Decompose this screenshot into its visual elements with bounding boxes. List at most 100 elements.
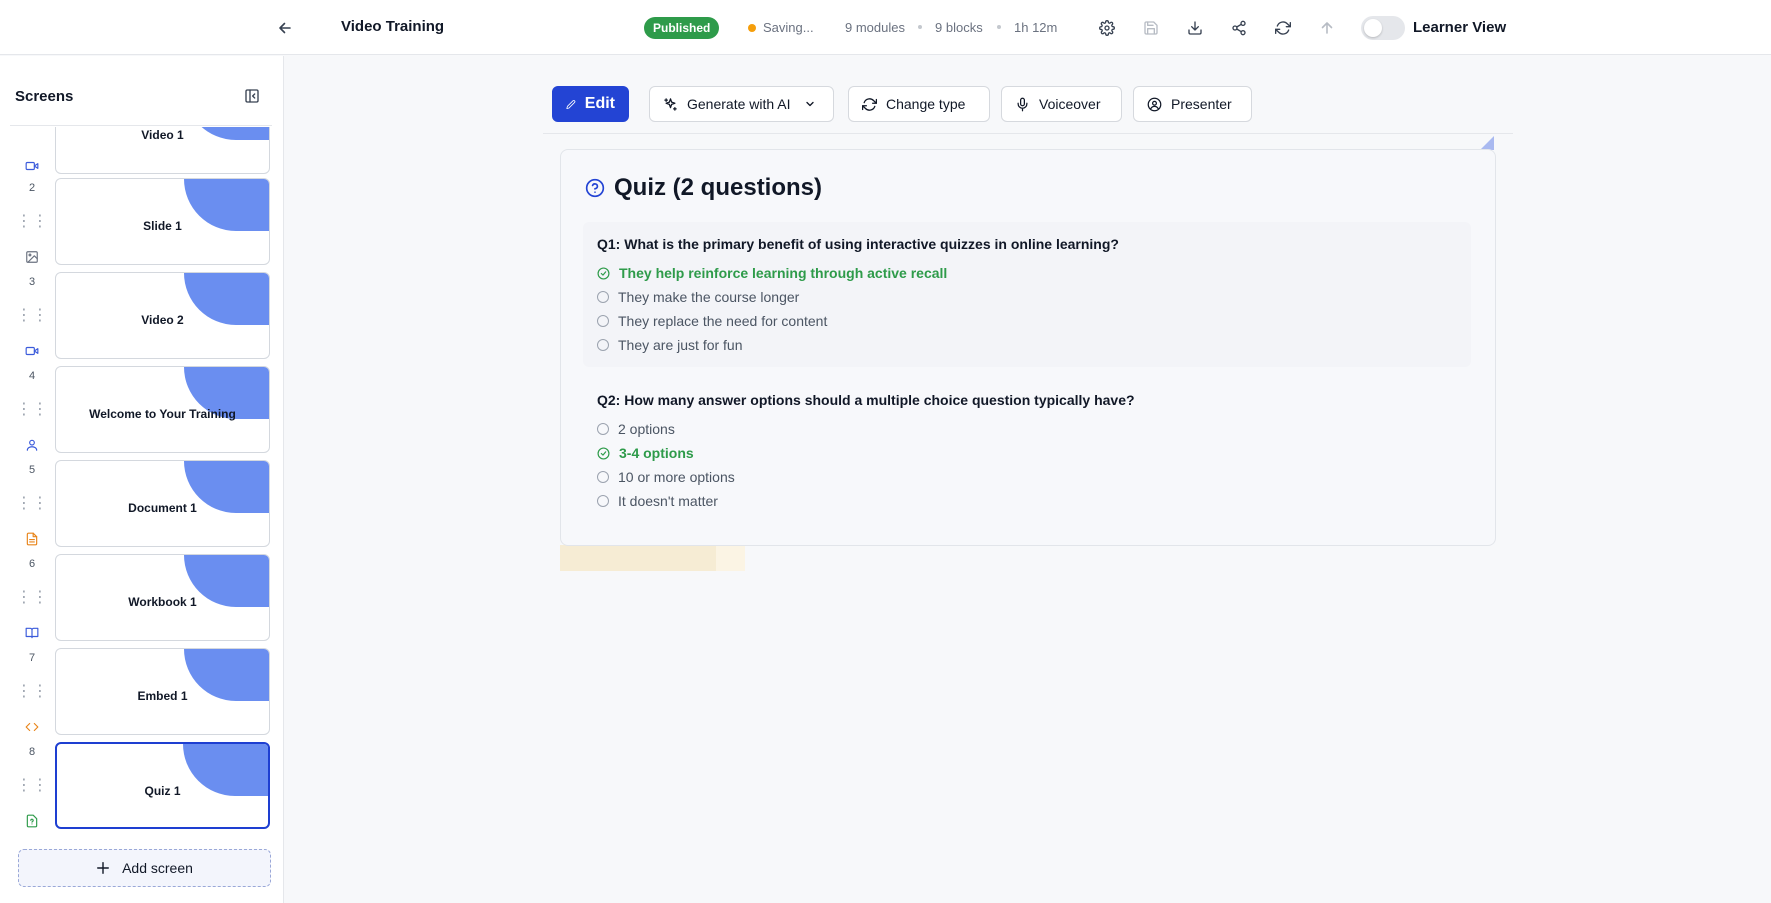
screen-label: Slide 1 xyxy=(143,219,182,233)
share-button[interactable] xyxy=(1228,17,1250,39)
add-screen-label: Add screen xyxy=(122,860,193,876)
drag-handle-icon[interactable]: ⋮⋮ xyxy=(16,589,48,606)
screen-thumbnail-quiz-1[interactable]: Quiz 1 xyxy=(55,742,270,829)
settings-button[interactable] xyxy=(1096,17,1118,39)
presenter-label: Presenter xyxy=(1171,96,1232,112)
learner-view-toggle[interactable] xyxy=(1361,16,1405,40)
drag-handle-icon[interactable]: ⋮⋮ xyxy=(16,777,48,794)
answer-option[interactable]: 2 options xyxy=(597,421,675,437)
sparkles-icon xyxy=(664,97,677,111)
download-icon xyxy=(1188,21,1202,35)
answer-option-correct[interactable]: 3-4 options xyxy=(597,445,694,461)
share-icon xyxy=(1232,20,1246,36)
refresh-icon xyxy=(1275,21,1291,35)
screen-label: Workbook 1 xyxy=(128,595,197,609)
image-icon xyxy=(24,249,40,265)
screen-number: 7 xyxy=(28,652,36,664)
radio-circle-icon xyxy=(597,339,609,351)
voiceover-button[interactable]: Voiceover xyxy=(1001,86,1122,122)
drag-handle-icon[interactable]: ⋮⋮ xyxy=(16,495,48,512)
sync-button[interactable] xyxy=(1272,17,1294,39)
quiz-card: Quiz (2 questions) Q1: What is the prima… xyxy=(560,149,1496,546)
background-decoration xyxy=(716,545,745,571)
screen-thumbnail-workbook-1[interactable]: Workbook 1 xyxy=(55,554,270,641)
screen-number: 6 xyxy=(28,558,36,570)
presenter-button[interactable]: Presenter xyxy=(1133,86,1252,122)
answer-option-correct[interactable]: They help reinforce learning through act… xyxy=(597,265,947,281)
code-icon xyxy=(24,719,40,735)
screen-number: 8 xyxy=(28,746,36,758)
screen-number: 4 xyxy=(28,370,36,382)
change-type-button[interactable]: Change type xyxy=(848,86,990,122)
drag-handle-icon[interactable]: ⋮⋮ xyxy=(16,401,48,418)
save-button[interactable] xyxy=(1140,17,1162,39)
radio-circle-icon xyxy=(597,291,609,303)
microphone-icon xyxy=(1017,97,1028,111)
learner-view-label: Learner View xyxy=(1413,19,1507,36)
answer-text: It doesn't matter xyxy=(618,493,718,509)
answer-text: They are just for fun xyxy=(618,337,743,353)
modules-count: 9 modules xyxy=(845,20,905,35)
screen-thumbnail-embed-1[interactable]: Embed 1 xyxy=(55,648,270,735)
answer-option[interactable]: 10 or more options xyxy=(597,469,735,485)
screen-number: 5 xyxy=(28,464,36,476)
check-circle-icon xyxy=(597,446,610,460)
document-icon xyxy=(24,531,40,547)
drag-handle-icon[interactable]: ⋮⋮ xyxy=(16,213,48,230)
answer-text: They make the course longer xyxy=(618,289,800,305)
answer-option[interactable]: They replace the need for content xyxy=(597,313,827,329)
chevron-down-icon xyxy=(805,101,814,107)
answer-text: 10 or more options xyxy=(618,469,735,485)
question-text: Q1: What is the primary benefit of using… xyxy=(597,236,1119,252)
collapse-sidebar-button[interactable] xyxy=(241,85,263,107)
question-text: Q2: How many answer options should a mul… xyxy=(597,392,1135,408)
screen-thumbnail-slide-1[interactable]: Slide 1 xyxy=(55,178,270,265)
sidebar-title: Screens xyxy=(15,88,74,105)
screen-number: 3 xyxy=(28,276,36,288)
answer-option[interactable]: They are just for fun xyxy=(597,337,743,353)
answer-text: 2 options xyxy=(618,421,675,437)
edit-button[interactable]: Edit xyxy=(552,86,629,122)
screen-thumbnail[interactable]: Video 1 xyxy=(55,127,270,174)
voiceover-label: Voiceover xyxy=(1039,96,1101,112)
screen-label: Welcome to Your Training xyxy=(89,407,236,421)
background-decoration xyxy=(1480,136,1494,150)
back-button[interactable] xyxy=(274,17,296,39)
answer-option[interactable]: It doesn't matter xyxy=(597,493,718,509)
screen-label: Video 2 xyxy=(141,313,184,327)
radio-circle-icon xyxy=(597,471,609,483)
arrow-left-icon xyxy=(279,22,291,34)
drag-handle-icon[interactable]: ⋮⋮ xyxy=(16,307,48,324)
answer-option[interactable]: They make the course longer xyxy=(597,289,799,305)
saving-status: Saving... xyxy=(748,20,814,35)
refresh-icon xyxy=(862,97,877,111)
quiz-header: Quiz (2 questions) xyxy=(585,174,822,202)
blocks-count: 9 blocks xyxy=(935,20,983,35)
add-screen-button[interactable]: Add screen xyxy=(18,849,271,887)
download-button[interactable] xyxy=(1184,17,1206,39)
status-badge: Published xyxy=(644,17,720,39)
screen-number: 2 xyxy=(28,182,36,194)
quiz-title: Quiz (2 questions) xyxy=(614,174,823,201)
top-header: Video Training Published Saving... 9 mod… xyxy=(0,0,1771,55)
pencil-icon xyxy=(566,99,576,109)
publish-button[interactable] xyxy=(1316,17,1338,39)
generate-with-ai-button[interactable]: Generate with AI xyxy=(649,86,834,122)
screen-thumbnail-welcome[interactable]: Welcome to Your Training xyxy=(55,366,270,453)
edit-label: Edit xyxy=(584,95,615,112)
book-icon xyxy=(24,625,40,641)
screen-label: Quiz 1 xyxy=(144,784,181,798)
change-type-label: Change type xyxy=(886,96,966,112)
screen-thumbnail-video-2[interactable]: Video 2 xyxy=(55,272,270,359)
answer-text: 3-4 options xyxy=(619,445,694,461)
duration: 1h 12m xyxy=(1014,20,1058,35)
plus-icon xyxy=(97,862,110,874)
separator-dot xyxy=(997,25,1001,29)
user-icon xyxy=(24,437,40,453)
toolbar-divider xyxy=(543,133,1513,134)
screens-sidebar: Screens Video 1 2 ⋮⋮ Slide 1 3 ⋮⋮ Video … xyxy=(0,56,284,903)
screen-thumbnail-document-1[interactable]: Document 1 xyxy=(55,460,270,547)
drag-handle-icon[interactable]: ⋮⋮ xyxy=(16,683,48,700)
check-circle-icon xyxy=(597,266,610,280)
gear-icon xyxy=(1099,20,1115,36)
